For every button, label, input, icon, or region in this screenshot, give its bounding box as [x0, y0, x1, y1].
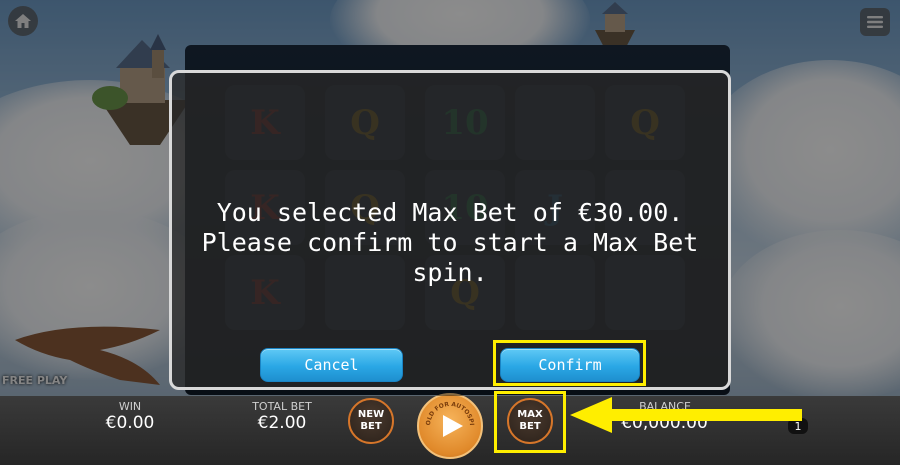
new-bet-label-line1: NEW [357, 409, 385, 420]
max-bet-highlight-box [494, 391, 566, 453]
total-bet-label: TOTAL BET [252, 400, 312, 413]
new-bet-button[interactable]: NEW BET [348, 398, 394, 444]
win-label: WIN [118, 400, 142, 413]
confirm-highlight-box [493, 340, 646, 386]
total-bet-value: €2.00 [257, 413, 307, 433]
spin-button[interactable]: HOLD FOR AUTOSPIN [417, 393, 483, 459]
max-bet-confirm-dialog: You selected Max Bet of €30.00. Please c… [169, 70, 731, 390]
cancel-button[interactable]: Cancel [260, 348, 403, 382]
win-value: €0.00 [105, 413, 155, 433]
arrow-left-icon [570, 397, 802, 433]
play-icon: HOLD FOR AUTOSPIN [419, 395, 475, 437]
new-bet-label-line2: BET [360, 421, 382, 432]
dialog-message: You selected Max Bet of €30.00. Please c… [201, 198, 699, 287]
